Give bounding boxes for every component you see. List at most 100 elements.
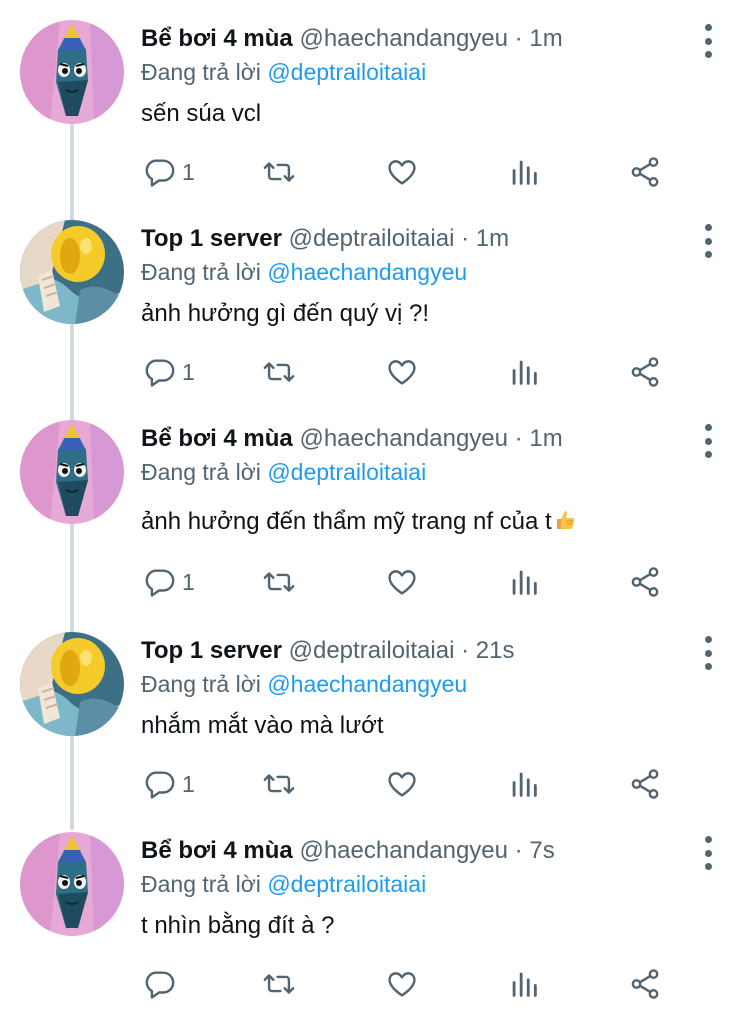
views-button[interactable]	[507, 764, 541, 804]
reply-button[interactable]: 1	[142, 562, 195, 602]
avatar[interactable]	[20, 420, 124, 524]
reply-mention-link[interactable]: @deptrailoitaiai	[267, 459, 426, 485]
tweet-actions: 1	[0, 562, 750, 602]
reply-button[interactable]	[142, 964, 182, 1004]
display-name[interactable]: Top 1 server	[141, 637, 282, 664]
reply-mention-link[interactable]: @deptrailoitaiai	[267, 59, 426, 85]
replying-to: Đang trả lời @deptrailoitaiai	[141, 57, 426, 87]
views-button[interactable]	[507, 964, 541, 1004]
thumbs-up-icon	[556, 511, 575, 529]
views-button[interactable]	[507, 562, 541, 602]
user-handle[interactable]: @haechandangyeu	[299, 25, 508, 52]
tweet-text-container: ảnh hưởng đến thẩm mỹ trang nf của t	[141, 506, 578, 538]
display-name[interactable]: Bể bơi 4 mùa	[141, 837, 293, 864]
more-dot	[704, 451, 712, 458]
more-options-button[interactable]	[700, 636, 716, 670]
retweet-icon	[263, 162, 295, 182]
replying-to: Đang trả lời @deptrailoitaiai	[141, 869, 426, 899]
tweet[interactable]: Bể bơi 4 mùa @haechandangyeu · 1m Đang t…	[0, 0, 750, 200]
separator-dot: ·	[461, 225, 470, 252]
more-options-button[interactable]	[700, 836, 716, 870]
share-button[interactable]	[628, 352, 662, 392]
reply-button[interactable]: 1	[142, 152, 195, 192]
bar-chart-icon	[512, 772, 537, 797]
retweet-button[interactable]	[262, 764, 296, 804]
more-dot	[704, 237, 712, 245]
tweet[interactable]: Bể bơi 4 mùa @haechandangyeu · 7s Đang t…	[0, 812, 750, 1012]
tweet-text: nhắm mắt vào mà lướt	[141, 712, 384, 739]
like-button[interactable]	[385, 562, 419, 602]
share-button[interactable]	[628, 964, 662, 1004]
timestamp[interactable]: 7s	[529, 837, 554, 864]
share-button[interactable]	[628, 562, 662, 602]
reply-mention-link[interactable]: @haechandangyeu	[267, 671, 467, 697]
more-dot	[704, 663, 712, 670]
tweet[interactable]: Bể bơi 4 mùa @haechandangyeu · 1m Đang t…	[0, 400, 750, 600]
user-handle[interactable]: @deptrailoitaiai	[289, 637, 455, 664]
more-dot	[704, 51, 712, 58]
more-dot	[704, 636, 712, 643]
share-icon	[631, 969, 659, 999]
like-button[interactable]	[385, 152, 419, 192]
tweet-header: Top 1 server @deptrailoitaiai · 21s	[141, 636, 690, 666]
retweet-button[interactable]	[262, 352, 296, 392]
reply-mention-link[interactable]: @deptrailoitaiai	[267, 871, 426, 897]
fish-avatar-icon	[20, 420, 124, 524]
reply-icon	[145, 569, 175, 597]
reply-button[interactable]: 1	[142, 764, 195, 804]
replying-to-label: Đang trả lời	[141, 871, 261, 897]
avatar[interactable]	[20, 20, 124, 124]
reply-mention-link[interactable]: @haechandangyeu	[267, 259, 467, 285]
reply-button[interactable]: 1	[142, 352, 195, 392]
timestamp[interactable]: 1m	[529, 425, 562, 452]
tweet[interactable]: Top 1 server @deptrailoitaiai · 1m Đang …	[0, 200, 750, 400]
display-name[interactable]: Bể bơi 4 mùa	[141, 25, 293, 52]
timestamp[interactable]: 1m	[529, 25, 562, 52]
like-button[interactable]	[385, 764, 419, 804]
bar-chart-icon	[512, 160, 537, 185]
display-name[interactable]: Bể bơi 4 mùa	[141, 425, 293, 452]
heart-icon	[388, 360, 416, 385]
display-name[interactable]: Top 1 server	[141, 225, 282, 252]
retweet-icon	[263, 974, 295, 994]
tweet-text: ảnh hưởng đến thẩm mỹ trang nf của t	[141, 508, 552, 535]
more-options-button[interactable]	[700, 24, 716, 58]
retweet-button[interactable]	[262, 964, 296, 1004]
reply-icon	[145, 771, 175, 799]
more-options-button[interactable]	[700, 224, 716, 258]
avatar[interactable]	[20, 220, 124, 324]
separator-dot: ·	[514, 837, 523, 864]
tweet-actions: 1	[0, 352, 750, 392]
like-button[interactable]	[385, 352, 419, 392]
bar-chart-icon	[512, 972, 537, 997]
user-handle[interactable]: @haechandangyeu	[299, 837, 508, 864]
user-handle[interactable]: @deptrailoitaiai	[289, 225, 455, 252]
views-button[interactable]	[507, 352, 541, 392]
more-options-button[interactable]	[700, 424, 716, 458]
tweet-header: Bể bơi 4 mùa @haechandangyeu · 1m	[141, 24, 690, 54]
share-button[interactable]	[628, 152, 662, 192]
tweet[interactable]: Top 1 server @deptrailoitaiai · 21s Đang…	[0, 612, 750, 812]
replying-to-label: Đang trả lời	[141, 259, 261, 285]
timestamp[interactable]: 21s	[476, 637, 515, 664]
retweet-button[interactable]	[262, 152, 296, 192]
heart-icon	[388, 570, 416, 595]
retweet-icon	[263, 774, 295, 794]
avatar[interactable]	[20, 632, 124, 736]
timestamp[interactable]: 1m	[476, 225, 509, 252]
views-button[interactable]	[507, 152, 541, 192]
more-dot	[704, 24, 712, 31]
replying-to: Đang trả lời @haechandangyeu	[141, 669, 467, 699]
share-button[interactable]	[628, 764, 662, 804]
retweet-button[interactable]	[262, 562, 296, 602]
like-button[interactable]	[385, 964, 419, 1004]
tweet-actions: 1	[0, 152, 750, 192]
user-handle[interactable]: @haechandangyeu	[299, 425, 508, 452]
replying-to-label: Đang trả lời	[141, 671, 261, 697]
avatar[interactable]	[20, 832, 124, 936]
more-dot	[704, 849, 712, 857]
reply-count: 1	[182, 568, 195, 595]
retweet-icon	[263, 362, 295, 382]
bar-chart-icon	[512, 570, 537, 595]
replying-to: Đang trả lời @deptrailoitaiai	[141, 457, 426, 487]
